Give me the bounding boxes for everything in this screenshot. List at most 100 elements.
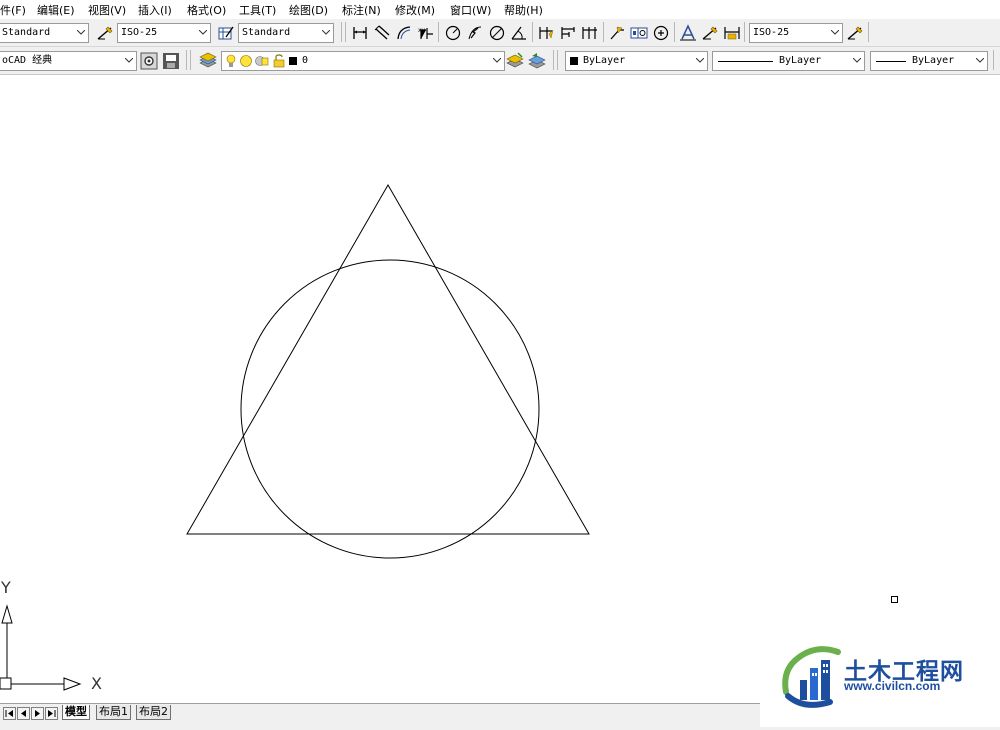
dim-style-value: ISO-25 bbox=[121, 27, 158, 38]
radius-dimension-icon[interactable] bbox=[444, 24, 462, 42]
lightbulb-icon bbox=[225, 54, 237, 70]
dimension-text-edit-icon[interactable] bbox=[701, 24, 719, 42]
dimension-update-icon[interactable] bbox=[723, 24, 741, 42]
menu-view[interactable]: 视图(V) bbox=[88, 2, 126, 18]
text-style-select[interactable]: Standard bbox=[0, 23, 89, 43]
styles-toolbar: Standard ISO-25 Standard xy ISO-25 bbox=[0, 19, 1000, 47]
text-style-value: Standard bbox=[2, 27, 51, 38]
toolbar-separator bbox=[603, 22, 604, 42]
workspace-settings-icon[interactable] bbox=[140, 52, 158, 70]
linetype-preview bbox=[718, 61, 773, 62]
table-style-icon[interactable] bbox=[217, 24, 235, 42]
toolbar-separator bbox=[186, 50, 187, 70]
layer-previous-icon[interactable] bbox=[528, 52, 546, 70]
menu-help[interactable]: 帮助(H) bbox=[504, 2, 543, 18]
toolbar-separator bbox=[868, 22, 869, 42]
dim-style-right-value: ISO-25 bbox=[753, 27, 790, 38]
continue-dimension-icon[interactable] bbox=[581, 24, 599, 42]
color-value: ByLayer bbox=[583, 55, 626, 66]
dim-style-manager-icon[interactable] bbox=[96, 24, 114, 42]
toolbar-separator bbox=[190, 50, 191, 70]
first-tab-icon[interactable] bbox=[3, 707, 16, 720]
chevron-down-icon bbox=[973, 52, 987, 70]
menu-file[interactable]: 件(F) bbox=[0, 2, 26, 18]
dimension-edit-icon[interactable] bbox=[679, 24, 697, 42]
menu-format[interactable]: 格式(O) bbox=[187, 2, 226, 18]
menu-insert[interactable]: 插入(I) bbox=[138, 2, 172, 18]
dim-style-manager-icon[interactable] bbox=[846, 24, 864, 42]
toolbar-separator bbox=[744, 22, 745, 42]
lock-icon bbox=[273, 54, 287, 70]
dim-style-select[interactable]: ISO-25 bbox=[117, 23, 211, 43]
ordinate-dimension-icon[interactable]: xy bbox=[417, 24, 435, 42]
menu-modify[interactable]: 修改(M) bbox=[395, 2, 435, 18]
quick-dimension-icon[interactable] bbox=[537, 24, 555, 42]
workspace-value: oCAD 经典 bbox=[2, 55, 53, 66]
toolbar-separator bbox=[557, 50, 558, 70]
diameter-dimension-icon[interactable] bbox=[488, 24, 506, 42]
chevron-down-icon bbox=[319, 24, 333, 42]
baseline-dimension-icon[interactable] bbox=[559, 24, 577, 42]
watermark-logo: 土木工程网 www.civilcn.com bbox=[760, 628, 1000, 727]
pickbox-cursor bbox=[891, 596, 898, 603]
tab-layout1[interactable]: 布局1 bbox=[96, 705, 131, 720]
drawing-canvas[interactable]: Y X bbox=[0, 75, 1000, 703]
layer-name: 0 bbox=[302, 55, 309, 66]
menu-window[interactable]: 窗口(W) bbox=[450, 2, 491, 18]
lineweight-preview bbox=[876, 61, 906, 62]
drawing-area bbox=[0, 183, 898, 691]
chevron-down-icon bbox=[490, 52, 504, 70]
color-swatch bbox=[570, 57, 578, 65]
ucs-y-label: Y bbox=[1, 578, 11, 597]
toolbar-separator bbox=[438, 22, 439, 42]
menu-dimension[interactable]: 标注(N) bbox=[342, 2, 381, 18]
toolbar-separator bbox=[553, 50, 554, 70]
toolbar-separator bbox=[345, 22, 346, 42]
previous-tab-icon[interactable] bbox=[17, 707, 30, 720]
toolbar-separator bbox=[532, 22, 533, 42]
color-select[interactable]: ByLayer bbox=[565, 51, 708, 71]
chevron-down-icon bbox=[74, 24, 88, 42]
linear-dimension-icon[interactable] bbox=[351, 24, 369, 42]
tolerance-icon[interactable] bbox=[630, 24, 648, 42]
quick-leader-icon[interactable] bbox=[608, 24, 626, 42]
layers-properties-toolbar: oCAD 经典 0 ByLayer ByLayer ByLayer bbox=[0, 47, 1000, 75]
freeze-viewport-icon bbox=[255, 54, 269, 70]
next-tab-icon[interactable] bbox=[31, 707, 44, 720]
last-tab-icon[interactable] bbox=[45, 707, 58, 720]
linetype-select[interactable]: ByLayer bbox=[712, 51, 865, 71]
triangle-shape[interactable] bbox=[186, 183, 590, 535]
tab-model[interactable]: 模型 bbox=[62, 705, 90, 720]
layer-select[interactable]: 0 bbox=[221, 51, 505, 71]
ucs-x-label: X bbox=[91, 674, 102, 693]
chevron-down-icon bbox=[693, 52, 707, 70]
arc-length-icon[interactable] bbox=[395, 24, 413, 42]
table-style-select[interactable]: Standard bbox=[238, 23, 334, 43]
center-mark-icon[interactable] bbox=[652, 24, 670, 42]
jogged-dimension-icon[interactable] bbox=[466, 24, 484, 42]
circle-shape[interactable] bbox=[240, 259, 540, 559]
chevron-down-icon bbox=[122, 52, 136, 70]
lineweight-select[interactable]: ByLayer bbox=[870, 51, 988, 71]
menu-draw[interactable]: 绘图(D) bbox=[289, 2, 328, 18]
menu-bar: 件(F) 编辑(E) 视图(V) 插入(I) 格式(O) 工具(T) 绘图(D)… bbox=[0, 0, 1000, 19]
menu-edit[interactable]: 编辑(E) bbox=[37, 2, 75, 18]
toolbar-separator bbox=[993, 50, 994, 70]
watermark-url: www.civilcn.com bbox=[844, 679, 941, 693]
svg-text:xy: xy bbox=[418, 27, 426, 34]
angular-dimension-icon[interactable] bbox=[510, 24, 528, 42]
toolbar-separator bbox=[674, 22, 675, 42]
menu-tools[interactable]: 工具(T) bbox=[239, 2, 276, 18]
table-style-value: Standard bbox=[242, 27, 291, 38]
chevron-down-icon bbox=[850, 52, 864, 70]
workspace-select[interactable]: oCAD 经典 bbox=[0, 51, 137, 71]
dim-style-select-right[interactable]: ISO-25 bbox=[749, 23, 843, 43]
chevron-down-icon bbox=[828, 24, 842, 42]
make-object-layer-current-icon[interactable] bbox=[506, 52, 524, 70]
tab-layout2[interactable]: 布局2 bbox=[136, 705, 171, 720]
save-workspace-icon[interactable] bbox=[162, 52, 180, 70]
aligned-dimension-icon[interactable] bbox=[373, 24, 391, 42]
toolbar-separator bbox=[341, 22, 342, 42]
lineweight-value: ByLayer bbox=[912, 55, 955, 66]
layer-properties-icon[interactable] bbox=[199, 52, 217, 70]
